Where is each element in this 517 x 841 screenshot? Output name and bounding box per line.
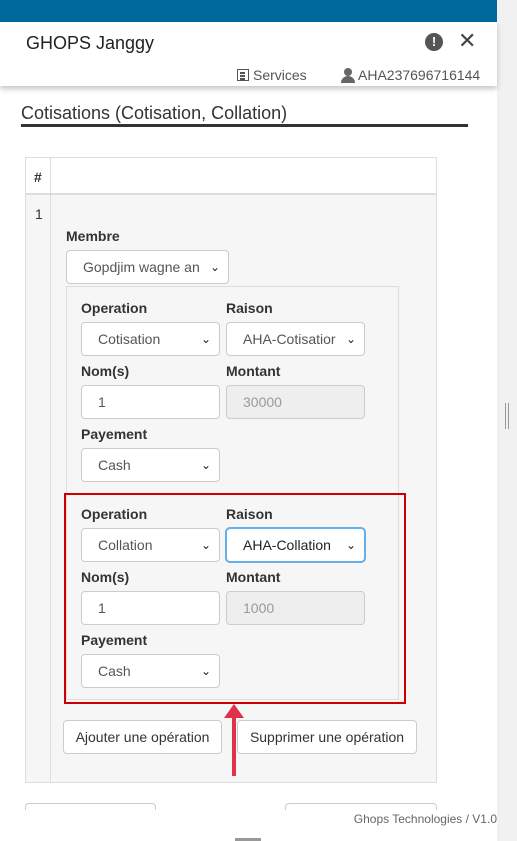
noms-input[interactable]: 1: [81, 385, 220, 419]
chevron-down-icon: ⌄: [209, 260, 220, 274]
services-link[interactable]: Services: [237, 67, 307, 83]
user-icon: [341, 67, 355, 83]
app-header: GHOPS Janggy ! ✕ Services AHA23769671614…: [0, 22, 497, 86]
membre-select[interactable]: Gopdjim wagne an ⌄: [66, 250, 229, 284]
row-number: 1: [35, 206, 43, 222]
table-header-row: #: [26, 158, 436, 195]
raison-select[interactable]: AHA-Cotisatior ⌄: [226, 322, 365, 356]
payement-value: Cash: [98, 457, 131, 473]
raison-value: AHA-Cotisatior: [243, 331, 336, 347]
raison-label: Raison: [226, 300, 273, 316]
column-divider: [50, 158, 51, 782]
close-icon[interactable]: ✕: [458, 29, 476, 53]
membre-label: Membre: [66, 228, 120, 244]
page-title: Cotisations (Cotisation, Collation): [21, 103, 288, 123]
payement-label: Payement: [81, 426, 148, 442]
highlight-annotation-box: [64, 493, 406, 704]
list-icon: [237, 69, 249, 81]
montant-label: Montant: [226, 363, 281, 379]
add-operation-button[interactable]: Ajouter une opération: [63, 720, 222, 754]
title-underline: [21, 124, 468, 127]
payement-select[interactable]: Cash ⌄: [81, 448, 220, 482]
montant-input: 30000: [226, 385, 365, 419]
noms-label: Nom(s): [81, 363, 130, 379]
app-title: GHOPS Janggy: [26, 33, 155, 53]
annotation-arrow: [232, 718, 236, 776]
operation-select[interactable]: Cotisation ⌄: [81, 322, 220, 356]
remove-operation-button[interactable]: Supprimer une opération: [237, 720, 417, 754]
top-bar: [0, 0, 497, 22]
services-label: Services: [253, 67, 307, 83]
chevron-down-icon: ⌄: [200, 458, 211, 472]
column-header-number: #: [34, 169, 42, 185]
operation-value: Cotisation: [98, 331, 161, 347]
chevron-down-icon: ⌄: [345, 332, 356, 346]
annotation-arrow-head: [224, 704, 244, 718]
footer: Ghops Technologies / V1.0: [0, 810, 497, 830]
account-id: AHA237696716144: [358, 67, 481, 83]
account-link[interactable]: AHA237696716144: [341, 67, 480, 83]
footer-text: Ghops Technologies / V1.0: [353, 812, 497, 826]
membre-value: Gopdjim wagne an: [83, 259, 200, 275]
resize-grip[interactable]: [505, 403, 509, 429]
chevron-down-icon: ⌄: [200, 332, 211, 346]
operation-label: Operation: [81, 300, 148, 316]
exclamation-circle-icon[interactable]: !: [425, 33, 443, 51]
